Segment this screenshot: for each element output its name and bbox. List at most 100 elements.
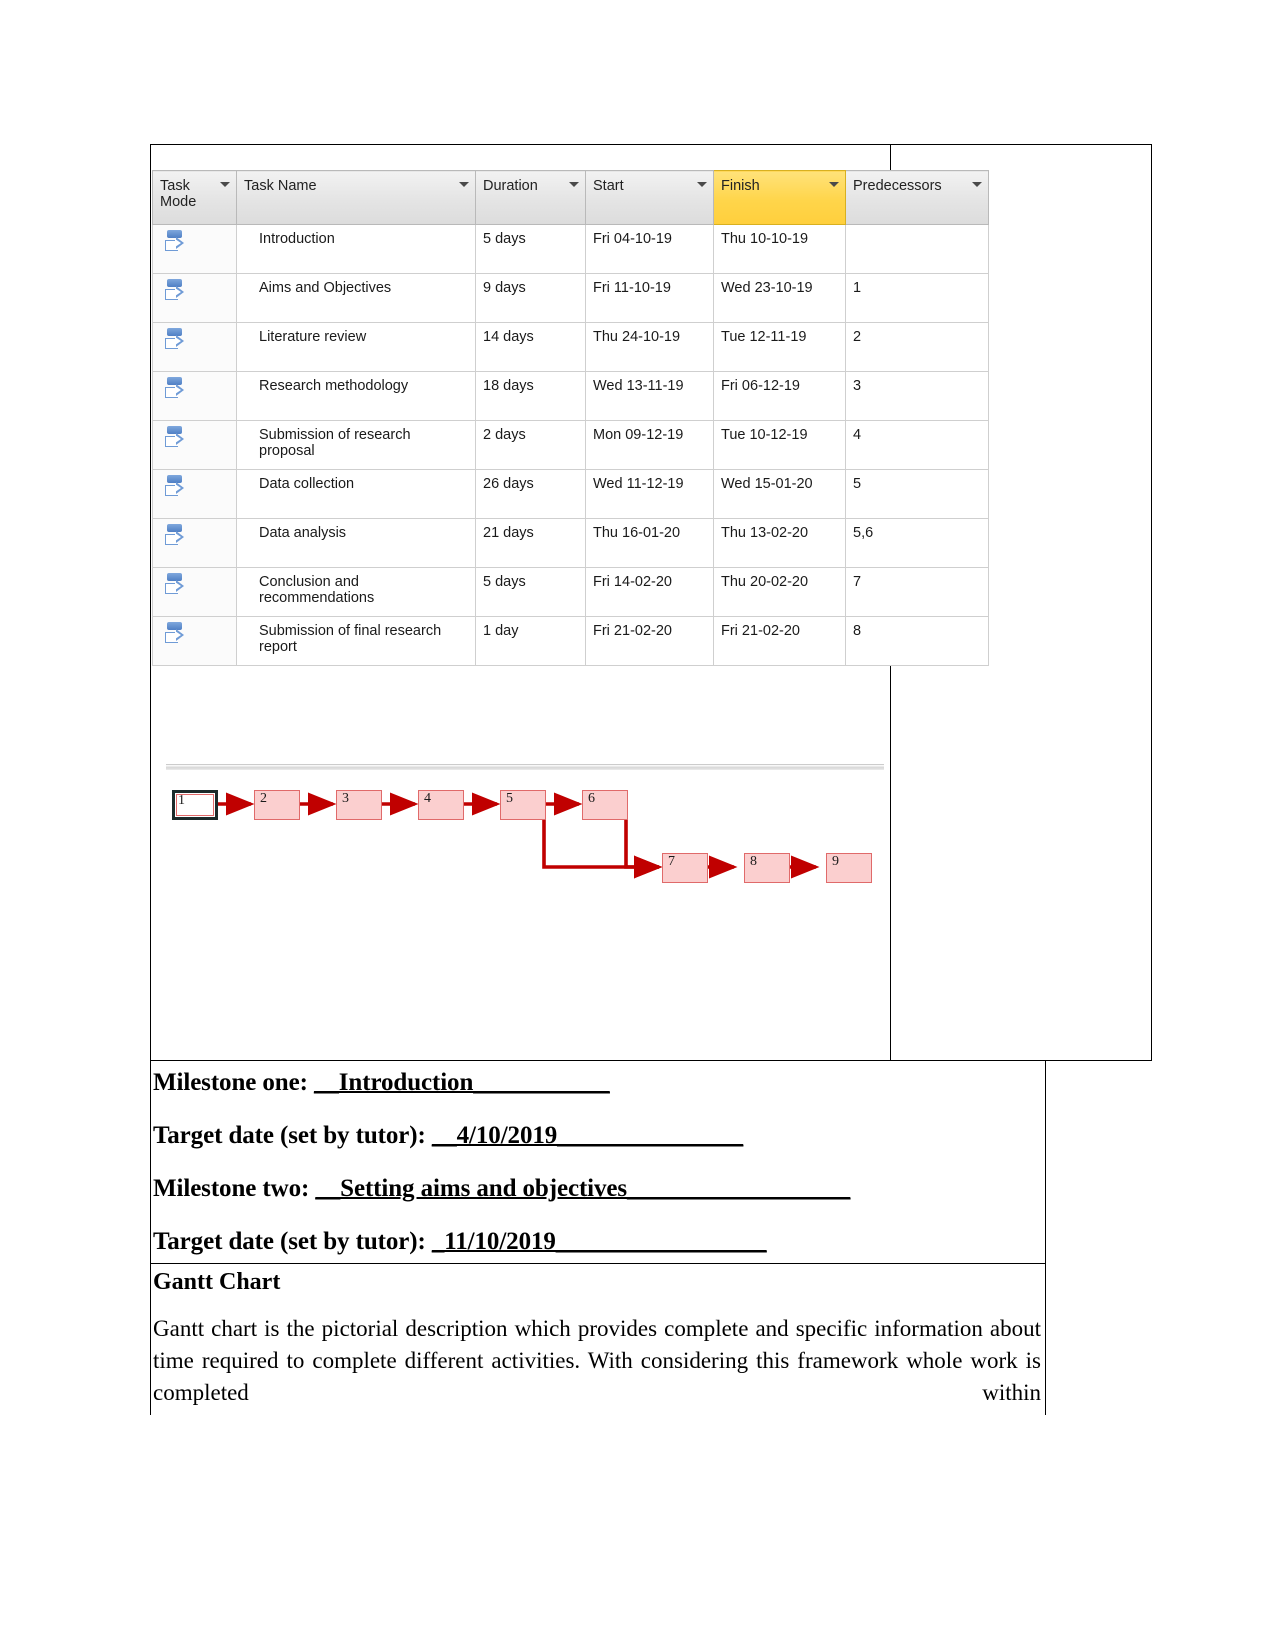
- duration-cell[interactable]: 18 days: [475, 371, 586, 421]
- table-row[interactable]: Literature review 14 days Thu 24-10-19 T…: [152, 322, 989, 372]
- finish-cell[interactable]: Wed 15-01-20: [713, 469, 846, 519]
- start-cell[interactable]: Thu 24-10-19: [585, 322, 714, 372]
- filter-dropdown-icon[interactable]: [829, 182, 839, 187]
- column-header-start[interactable]: Start: [585, 170, 714, 225]
- finish-cell[interactable]: Tue 10-12-19: [713, 420, 846, 470]
- predecessors-cell[interactable]: 8: [845, 616, 989, 666]
- duration-cell[interactable]: 21 days: [475, 518, 586, 568]
- predecessors-cell[interactable]: 4: [845, 420, 989, 470]
- table-row[interactable]: Research methodology 18 days Wed 13-11-1…: [152, 371, 989, 421]
- task-mode-cell[interactable]: [152, 567, 237, 617]
- column-header-finish[interactable]: Finish: [713, 170, 846, 225]
- network-node-5[interactable]: 5: [500, 790, 546, 820]
- predecessors-cell[interactable]: 5,6: [845, 518, 989, 568]
- task-name-cell[interactable]: Submission of research proposal: [236, 420, 476, 470]
- task-mode-cell[interactable]: [152, 371, 237, 421]
- task-mode-cell[interactable]: [152, 273, 237, 323]
- table-row[interactable]: Conclusion and recommendations 5 days Fr…: [152, 567, 989, 617]
- network-node-7[interactable]: 7: [662, 853, 708, 883]
- start-cell[interactable]: Fri 11-10-19: [585, 273, 714, 323]
- auto-schedule-icon: [165, 622, 191, 652]
- start-cell[interactable]: Fri 21-02-20: [585, 616, 714, 666]
- predecessors-cell[interactable]: 7: [845, 567, 989, 617]
- predecessors-cell[interactable]: 5: [845, 469, 989, 519]
- finish-cell[interactable]: Fri 06-12-19: [713, 371, 846, 421]
- table-row[interactable]: Submission of research proposal 2 days M…: [152, 420, 989, 470]
- task-mode-cell[interactable]: [152, 616, 237, 666]
- network-node-9[interactable]: 9: [826, 853, 872, 883]
- table-row[interactable]: Introduction 5 days Fri 04-10-19 Thu 10-…: [152, 224, 989, 274]
- network-node-3[interactable]: 3: [336, 790, 382, 820]
- start-cell[interactable]: Fri 14-02-20: [585, 567, 714, 617]
- filter-dropdown-icon[interactable]: [972, 182, 982, 187]
- column-header-label: Finish: [721, 178, 760, 194]
- task-mode-cell[interactable]: [152, 469, 237, 519]
- column-header-label: Duration: [483, 178, 538, 194]
- task-name-cell[interactable]: Conclusion and recommendations: [236, 567, 476, 617]
- start-cell[interactable]: Wed 13-11-19: [585, 371, 714, 421]
- filter-dropdown-icon[interactable]: [569, 182, 579, 187]
- finish-cell[interactable]: Thu 13-02-20: [713, 518, 846, 568]
- network-diagram[interactable]: 1 2 3 4 5 6 7 8 9: [152, 686, 890, 1060]
- table-body: Introduction 5 days Fri 04-10-19 Thu 10-…: [152, 224, 989, 666]
- finish-cell[interactable]: Fri 21-02-20: [713, 616, 846, 666]
- network-node-2[interactable]: 2: [254, 790, 300, 820]
- milestone-one-value: __Introduction___________: [313, 1069, 610, 1096]
- finish-cell[interactable]: Tue 12-11-19: [713, 322, 846, 372]
- duration-cell[interactable]: 9 days: [475, 273, 586, 323]
- column-header-duration[interactable]: Duration: [475, 170, 586, 225]
- task-name-cell[interactable]: Aims and Objectives: [236, 273, 476, 323]
- column-header-predecessors[interactable]: Predecessors: [845, 170, 989, 225]
- finish-cell[interactable]: Thu 10-10-19: [713, 224, 846, 274]
- filter-dropdown-icon[interactable]: [459, 182, 469, 187]
- network-node-4[interactable]: 4: [418, 790, 464, 820]
- task-name-cell[interactable]: Submission of final research report: [236, 616, 476, 666]
- start-cell[interactable]: Fri 04-10-19: [585, 224, 714, 274]
- table-row[interactable]: Submission of final research report 1 da…: [152, 616, 989, 666]
- network-node-6[interactable]: 6: [582, 790, 628, 820]
- target-date-label: Target date (set by tutor):: [153, 1228, 426, 1255]
- table-row[interactable]: Aims and Objectives 9 days Fri 11-10-19 …: [152, 273, 989, 323]
- network-node-1[interactable]: 1: [172, 790, 218, 820]
- column-header-label: Task Name: [244, 178, 317, 194]
- auto-schedule-icon: [165, 377, 191, 407]
- finish-cell[interactable]: Wed 23-10-19: [713, 273, 846, 323]
- duration-cell[interactable]: 5 days: [475, 224, 586, 274]
- network-node-8[interactable]: 8: [744, 853, 790, 883]
- predecessors-cell[interactable]: [845, 224, 989, 274]
- task-mode-cell[interactable]: [152, 322, 237, 372]
- task-mode-cell[interactable]: [152, 420, 237, 470]
- task-name-cell[interactable]: Data analysis: [236, 518, 476, 568]
- task-mode-cell[interactable]: [152, 518, 237, 568]
- table-row[interactable]: Data collection 26 days Wed 11-12-19 Wed…: [152, 469, 989, 519]
- task-mode-cell[interactable]: [152, 224, 237, 274]
- duration-cell[interactable]: 5 days: [475, 567, 586, 617]
- predecessors-cell[interactable]: 3: [845, 371, 989, 421]
- start-cell[interactable]: Thu 16-01-20: [585, 518, 714, 568]
- duration-cell[interactable]: 26 days: [475, 469, 586, 519]
- column-header-task-mode[interactable]: Task Mode: [152, 170, 237, 225]
- milestone-two-value: __Setting aims and objectives___________…: [315, 1175, 851, 1202]
- start-cell[interactable]: Mon 09-12-19: [585, 420, 714, 470]
- filter-dropdown-icon[interactable]: [220, 182, 230, 187]
- milestone-one-line: Milestone one: __Introduction___________: [153, 1070, 1041, 1095]
- auto-schedule-icon: [165, 573, 191, 603]
- auto-schedule-icon: [165, 475, 191, 505]
- task-name-cell[interactable]: Data collection: [236, 469, 476, 519]
- table-header-row: Task Mode Task Name Duration Start Finis…: [152, 170, 989, 225]
- task-name-cell[interactable]: Literature review: [236, 322, 476, 372]
- duration-cell[interactable]: 1 day: [475, 616, 586, 666]
- column-header-task-name[interactable]: Task Name: [236, 170, 476, 225]
- predecessors-cell[interactable]: 2: [845, 322, 989, 372]
- finish-cell[interactable]: Thu 20-02-20: [713, 567, 846, 617]
- duration-cell[interactable]: 14 days: [475, 322, 586, 372]
- predecessors-cell[interactable]: 1: [845, 273, 989, 323]
- auto-schedule-icon: [165, 328, 191, 358]
- duration-cell[interactable]: 2 days: [475, 420, 586, 470]
- milestone-section: Milestone one: __Introduction___________…: [150, 1060, 1046, 1270]
- task-name-cell[interactable]: Research methodology: [236, 371, 476, 421]
- start-cell[interactable]: Wed 11-12-19: [585, 469, 714, 519]
- table-row[interactable]: Data analysis 21 days Thu 16-01-20 Thu 1…: [152, 518, 989, 568]
- filter-dropdown-icon[interactable]: [697, 182, 707, 187]
- task-name-cell[interactable]: Introduction: [236, 224, 476, 274]
